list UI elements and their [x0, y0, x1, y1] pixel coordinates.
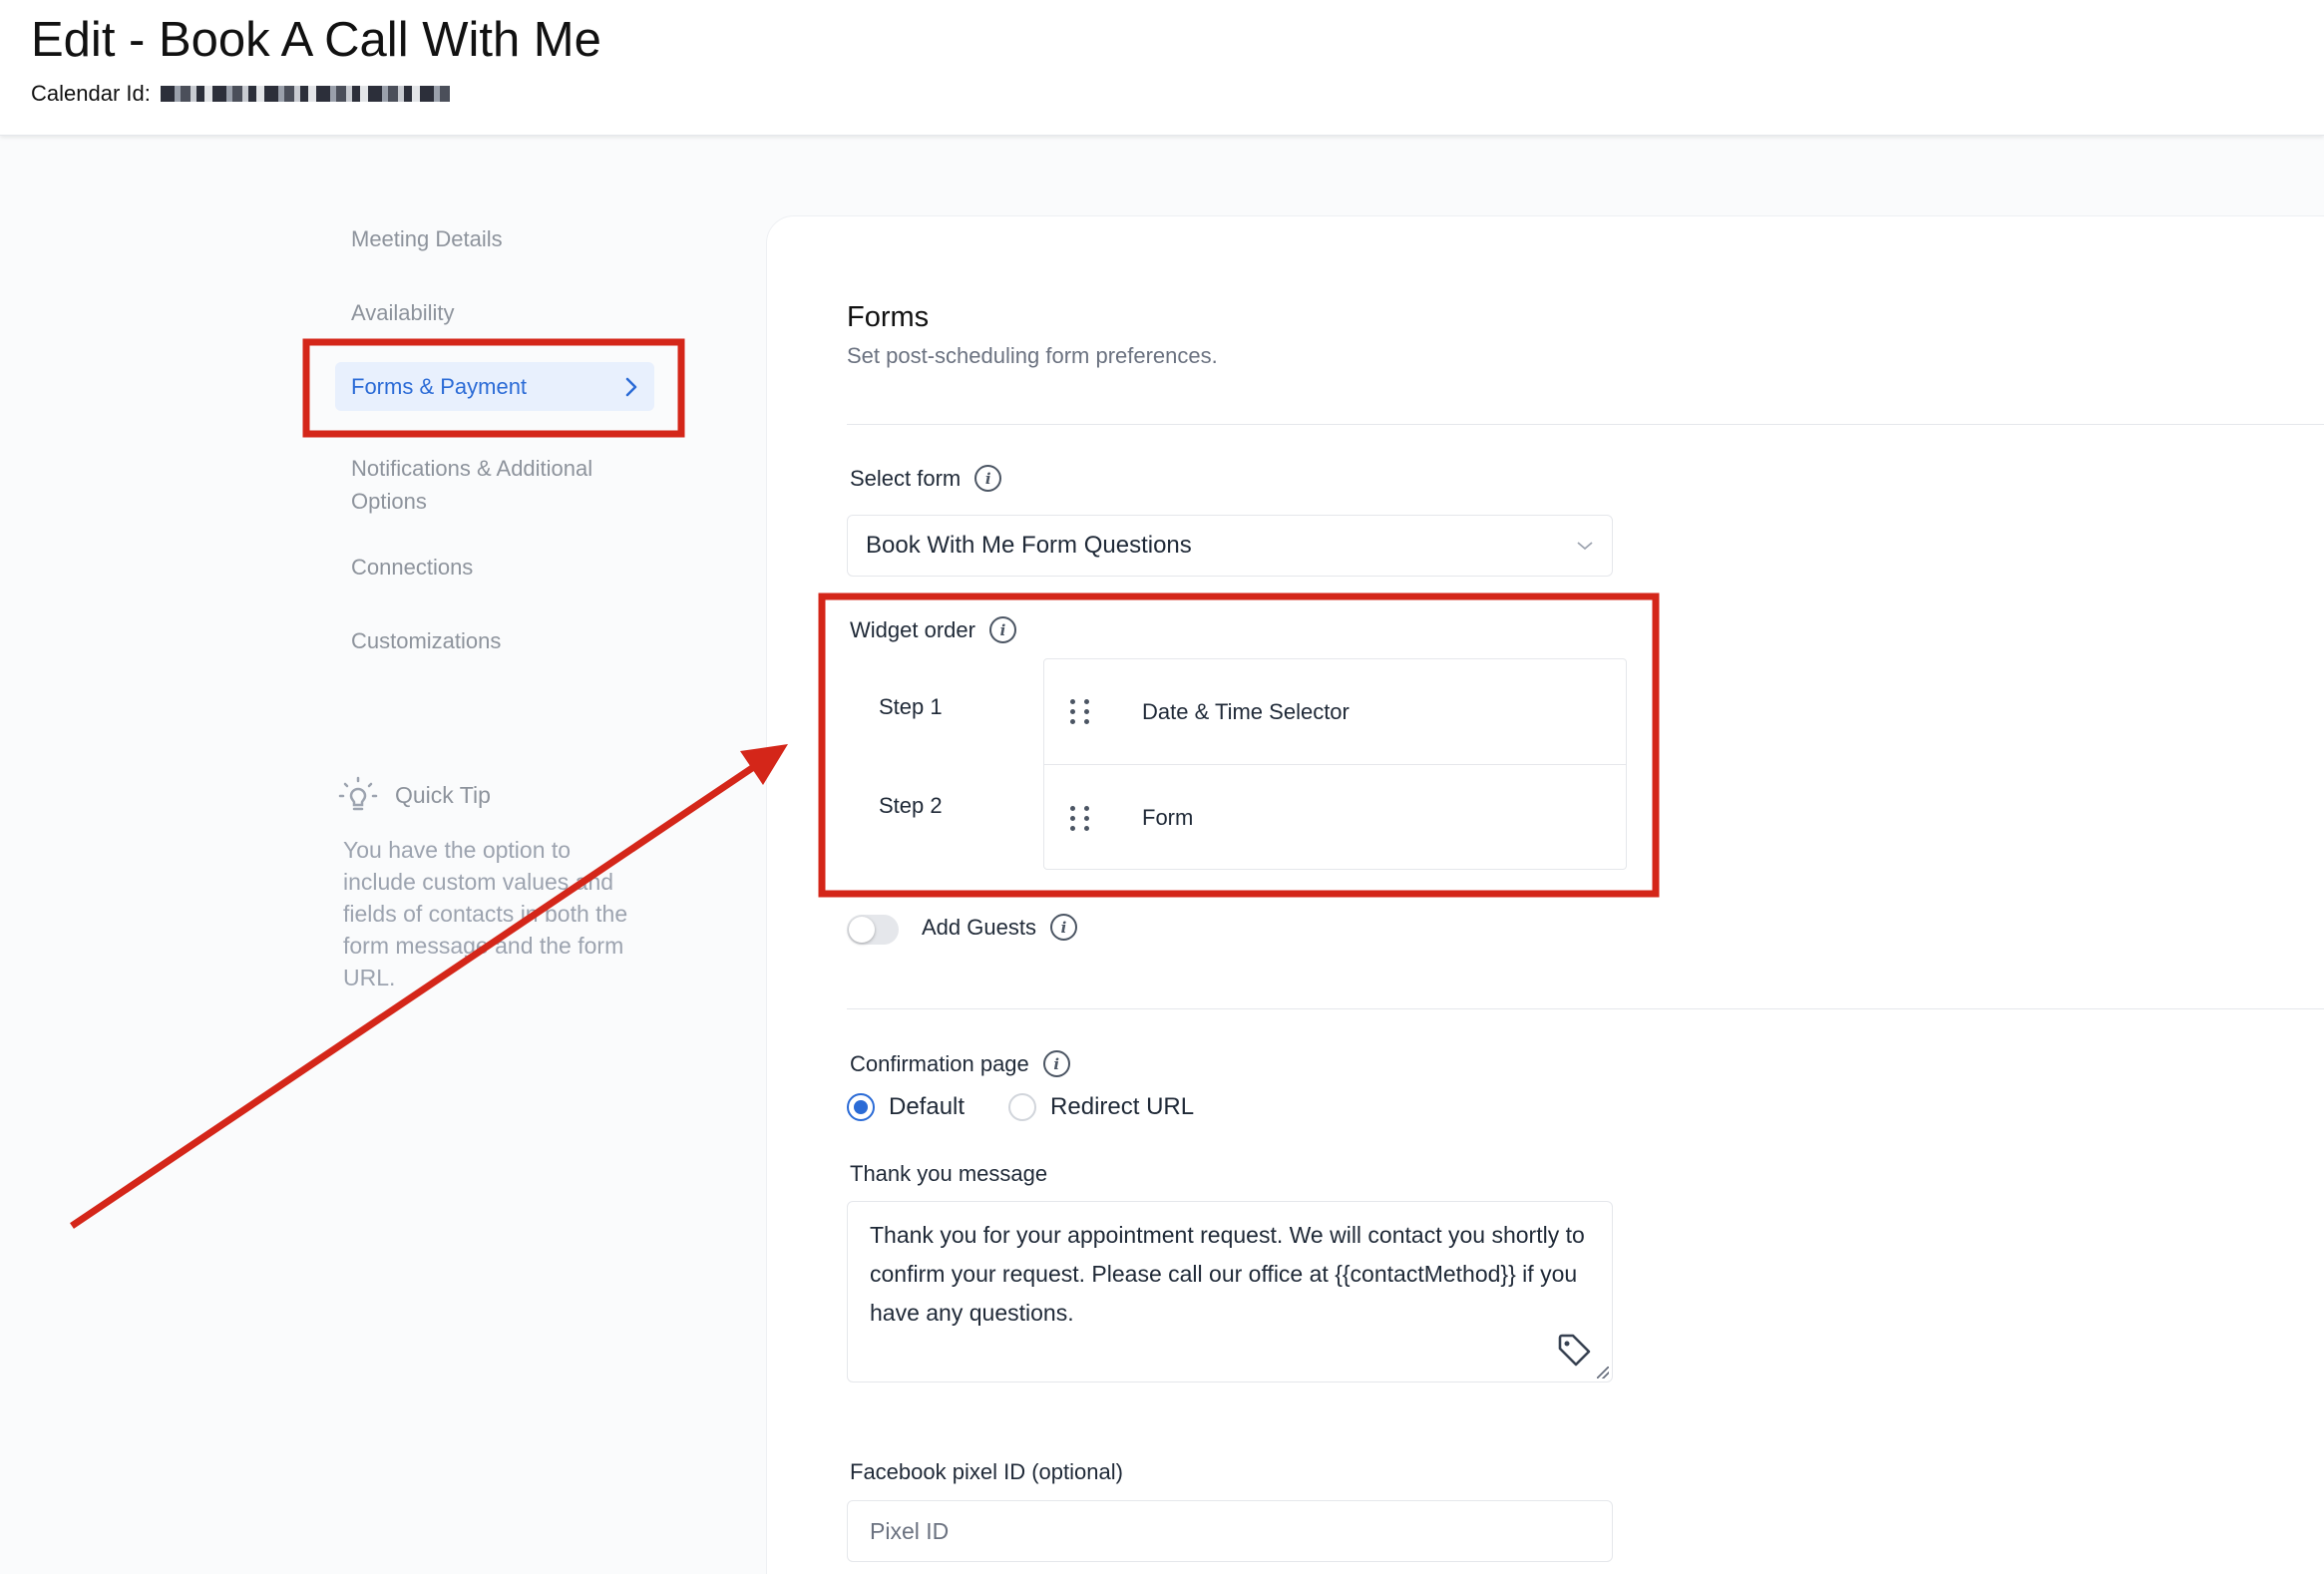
thank-you-textarea[interactable]: Thank you for your appointment request. … — [847, 1201, 1613, 1382]
nav-item-label: Meeting Details — [351, 226, 503, 251]
add-guests-toggle[interactable] — [847, 915, 899, 945]
section-subtitle: Set post-scheduling form preferences. — [847, 343, 1218, 368]
step-label: Step 1 — [879, 694, 943, 719]
info-icon[interactable]: i — [974, 465, 1002, 492]
widget-order-label: Widget order i — [850, 616, 1016, 643]
pixel-id-input[interactable]: Pixel ID — [847, 1500, 1613, 1562]
nav-item-label: Availability — [351, 300, 455, 325]
chevron-right-icon — [625, 377, 637, 396]
nav-item-connections[interactable]: Connections — [335, 543, 654, 591]
pixel-id-placeholder: Pixel ID — [870, 1517, 950, 1544]
radio-default-label[interactable]: Default — [889, 1093, 965, 1121]
nav-item-customizations[interactable]: Customizations — [335, 616, 654, 665]
nav-item-label: Customizations — [351, 628, 502, 653]
info-icon[interactable]: i — [1042, 1050, 1070, 1077]
page-header: Edit - Book A Call With Me Calendar Id: — [0, 0, 2324, 136]
widget-row[interactable]: Form — [1044, 765, 1626, 871]
calendar-id-label: Calendar Id: — [31, 81, 151, 106]
select-form-dropdown[interactable]: Book With Me Form Questions — [847, 515, 1613, 577]
radio-default[interactable] — [847, 1093, 875, 1121]
calendar-id: Calendar Id: — [31, 81, 450, 107]
lightbulb-icon — [338, 776, 378, 811]
calendar-id-redacted — [160, 86, 450, 102]
step-label: Step 2 — [879, 793, 943, 818]
drag-handle-icon[interactable] — [1070, 805, 1100, 831]
nav-item-label: Forms & Payment — [351, 374, 528, 399]
widget-order-label-text: Widget order — [850, 616, 975, 642]
info-icon[interactable]: i — [1049, 914, 1077, 941]
add-guests-label: Add Guests i — [922, 914, 1077, 941]
resize-handle-icon[interactable] — [1597, 1367, 1609, 1378]
radio-redirect-url[interactable] — [1008, 1093, 1037, 1121]
nav-item-meeting-details[interactable]: Meeting Details — [335, 214, 654, 263]
widget-name: Form — [1142, 805, 1194, 830]
select-form-label-text: Select form — [850, 465, 962, 491]
divider — [847, 424, 2324, 425]
quick-tip-body: You have the option to include custom va… — [343, 837, 628, 990]
page-title: Edit - Book A Call With Me — [31, 13, 601, 67]
info-icon[interactable]: i — [988, 616, 1016, 643]
toggle-knob — [849, 917, 875, 943]
widget-order-list: Date & Time Selector Form — [1043, 658, 1627, 870]
nav-item-availability[interactable]: Availability — [335, 288, 654, 337]
add-guests-label-text: Add Guests — [922, 914, 1036, 940]
confirmation-options: Default Redirect URL — [847, 1093, 1194, 1121]
quick-tip-header: Quick Tip — [337, 774, 491, 816]
nav-item-notifications[interactable]: Notifications & Additional Options — [335, 444, 644, 526]
quick-tip-title: Quick Tip — [395, 781, 491, 808]
drag-handle-icon[interactable] — [1070, 699, 1100, 724]
pixel-id-label: Facebook pixel ID (optional) — [850, 1459, 1123, 1485]
thank-you-label-text: Thank you message — [850, 1161, 1048, 1186]
pixel-id-label-text: Facebook pixel ID (optional) — [850, 1459, 1123, 1484]
nav-item-forms-payment[interactable]: Forms & Payment — [335, 362, 654, 411]
divider — [847, 1008, 2324, 1009]
nav-item-label: Notifications & Additional Options — [351, 456, 593, 514]
confirmation-page-label-text: Confirmation page — [850, 1050, 1029, 1076]
confirmation-page-label: Confirmation page i — [850, 1050, 1070, 1077]
thank-you-text: Thank you for your appointment request. … — [870, 1222, 1585, 1326]
radio-redirect-url-label[interactable]: Redirect URL — [1050, 1093, 1194, 1121]
section-title: Forms — [847, 301, 930, 333]
chevron-down-icon — [1577, 542, 1593, 551]
select-form-label: Select form i — [850, 465, 1002, 492]
nav-item-label: Connections — [351, 555, 474, 580]
widget-name: Date & Time Selector — [1142, 698, 1350, 724]
select-form-value: Book With Me Form Questions — [866, 532, 1192, 559]
thank-you-label: Thank you message — [850, 1161, 1047, 1187]
widget-row[interactable]: Date & Time Selector — [1044, 659, 1626, 765]
tag-icon[interactable] — [1556, 1332, 1594, 1370]
